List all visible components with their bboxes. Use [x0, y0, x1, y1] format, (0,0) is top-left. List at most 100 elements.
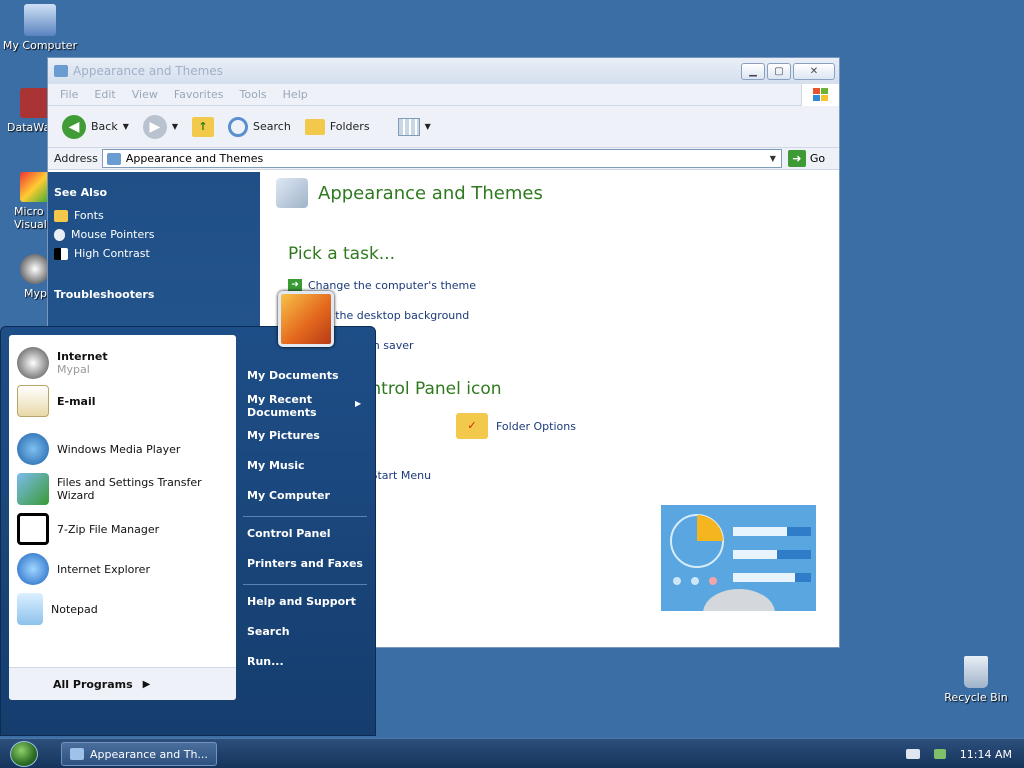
desktop-icon-visual-studio[interactable]: Micro Visual	[0, 172, 48, 231]
menu-edit[interactable]: Edit	[86, 88, 123, 101]
menu-my-music[interactable]: My Music	[247, 459, 305, 472]
all-programs-button[interactable]: All Programs ▶	[9, 667, 236, 700]
clock[interactable]: 11:14 AM	[960, 748, 1012, 761]
address-dropdown-button[interactable]: ▼	[765, 150, 781, 167]
menu-view[interactable]: View	[124, 88, 166, 101]
keyboard-icon[interactable]	[905, 749, 920, 759]
page-title: Appearance and Themes	[276, 178, 823, 208]
user-picture-icon[interactable]	[278, 291, 334, 347]
forward-arrow-icon: ▶	[142, 114, 167, 139]
menu-printers-and-faxes[interactable]: Printers and Faxes	[247, 557, 363, 570]
desktop-icon-my-computer[interactable]: My Computer	[0, 4, 80, 52]
up-button[interactable]: ↑	[188, 115, 218, 139]
go-label: Go	[809, 152, 826, 165]
desktop-icon-recycle-bin[interactable]: Recycle Bin	[936, 656, 1016, 704]
high-contrast-icon	[54, 247, 68, 260]
menu-search[interactable]: Search	[247, 625, 290, 638]
item-sublabel: Mypal	[57, 363, 90, 376]
back-arrow-icon: ◀	[62, 114, 86, 139]
link-mouse-pointers[interactable]: Mouse Pointers	[54, 228, 254, 241]
item-label: Notepad	[51, 602, 98, 616]
menu-my-recent-documents[interactable]: My Recent Documents	[247, 393, 342, 419]
item-label: Files and Settings Transfer Wizard	[57, 476, 202, 502]
pinned-email[interactable]: E-mail	[17, 385, 96, 417]
network-icon[interactable]	[933, 749, 946, 759]
menu-help-and-support[interactable]: Help and Support	[247, 595, 356, 608]
pinned-internet[interactable]: Internet Mypal	[17, 347, 108, 379]
recent-7zip[interactable]: 7-Zip File Manager	[17, 513, 159, 545]
separator	[243, 516, 367, 517]
arrow-right-icon: ▶	[142, 678, 151, 690]
fonts-folder-icon	[54, 209, 68, 222]
folder-up-icon: ↑	[192, 116, 215, 137]
link-fonts[interactable]: Fonts	[54, 209, 254, 222]
menu-run[interactable]: Run...	[247, 655, 284, 668]
folders-button[interactable]: Folders	[301, 117, 374, 137]
desktop-icon-mypal[interactable]: Myp	[0, 254, 48, 300]
taskbar: Appearance and Th... 11:14 AM	[0, 738, 1024, 768]
task-label: ge the desktop background	[318, 308, 470, 322]
computer-icon	[24, 4, 56, 36]
search-icon	[228, 116, 249, 137]
address-input[interactable]: Appearance and Themes ▼	[101, 149, 782, 168]
menu-control-panel[interactable]: Control Panel	[247, 527, 331, 540]
desktop-icon-datawa[interactable]: DataWa	[0, 88, 48, 134]
start-menu-programs-pane: Internet Mypal E-mail Windows Media Play…	[9, 335, 236, 700]
recent-internet-explorer[interactable]: Internet Explorer	[17, 553, 150, 585]
folder-options-label: Folder Options	[496, 419, 576, 433]
separator	[243, 584, 367, 585]
desktop-icon-label: Myp	[24, 287, 47, 300]
views-button[interactable]: ▼	[394, 116, 435, 138]
search-label: Search	[253, 120, 291, 133]
link-high-contrast[interactable]: High Contrast	[54, 247, 254, 260]
task-change-theme[interactable]: ➜ Change the computer's theme	[288, 278, 823, 292]
menu-my-computer[interactable]: My Computer	[247, 489, 330, 502]
recent-files-transfer-wizard[interactable]: Files and Settings Transfer Wizard	[17, 473, 236, 505]
notepad-icon	[17, 593, 43, 625]
transfer-wizard-icon	[17, 473, 49, 505]
system-tray: 11:14 AM	[905, 739, 1024, 768]
mypal-icon	[20, 254, 48, 284]
start-button[interactable]	[10, 741, 38, 767]
chevron-down-icon: ▼	[171, 122, 179, 131]
go-button[interactable]: ➜ Go	[787, 150, 826, 167]
submenu-arrow-icon: ▶	[355, 399, 362, 408]
forward-button[interactable]: ▶ ▼	[139, 113, 182, 141]
menu-tools[interactable]: Tools	[232, 88, 275, 101]
datawa-icon	[20, 88, 48, 118]
search-button[interactable]: Search	[224, 115, 295, 139]
window-title: Appearance and Themes	[73, 64, 223, 78]
item-label: Internet Explorer	[57, 562, 150, 576]
desktop-icon-label: Recycle Bin	[944, 691, 1008, 704]
folders-icon	[304, 118, 325, 135]
recent-windows-media-player[interactable]: Windows Media Player	[17, 433, 180, 465]
go-arrow-icon: ➜	[787, 150, 806, 167]
menu-file[interactable]: File	[52, 88, 86, 101]
pick-task-heading: Pick a task...	[288, 244, 396, 264]
menu-help[interactable]: Help	[275, 88, 316, 101]
link-label: Mouse Pointers	[71, 228, 155, 241]
visual-studio-icon	[20, 172, 48, 202]
maximize-button[interactable]: ▢	[767, 62, 791, 80]
close-button[interactable]: ✕	[793, 62, 835, 80]
title-bar[interactable]: Appearance and Themes ▁ ▢ ✕	[48, 58, 839, 84]
desktop-icon-label: My Computer	[2, 39, 78, 52]
toolbar: ◀ Back ▼ ▶ ▼ ↑ Search Folders ▼	[48, 106, 839, 148]
task-arrow-icon: ➜	[288, 279, 302, 291]
back-button[interactable]: ◀ Back ▼	[58, 113, 133, 141]
menu-favorites[interactable]: Favorites	[166, 88, 232, 101]
address-value: Appearance and Themes	[125, 152, 264, 165]
chevron-down-icon: ▼	[122, 122, 129, 131]
taskbar-window-button[interactable]: Appearance and Th...	[61, 742, 217, 766]
control-panel-icon	[106, 152, 121, 165]
appearance-themes-icon	[276, 178, 308, 208]
menu-my-pictures[interactable]: My Pictures	[247, 429, 320, 442]
link-label: High Contrast	[74, 247, 150, 260]
item-label: Internet	[57, 350, 108, 363]
menu-my-documents[interactable]: My Documents	[247, 369, 339, 382]
back-label: Back	[91, 120, 118, 133]
minimize-button[interactable]: ▁	[741, 62, 765, 80]
recent-notepad[interactable]: Notepad	[17, 593, 98, 625]
task-change-background[interactable]: ge the desktop background	[288, 308, 823, 322]
folder-options-link[interactable]: ✓ Folder Options	[456, 413, 576, 439]
